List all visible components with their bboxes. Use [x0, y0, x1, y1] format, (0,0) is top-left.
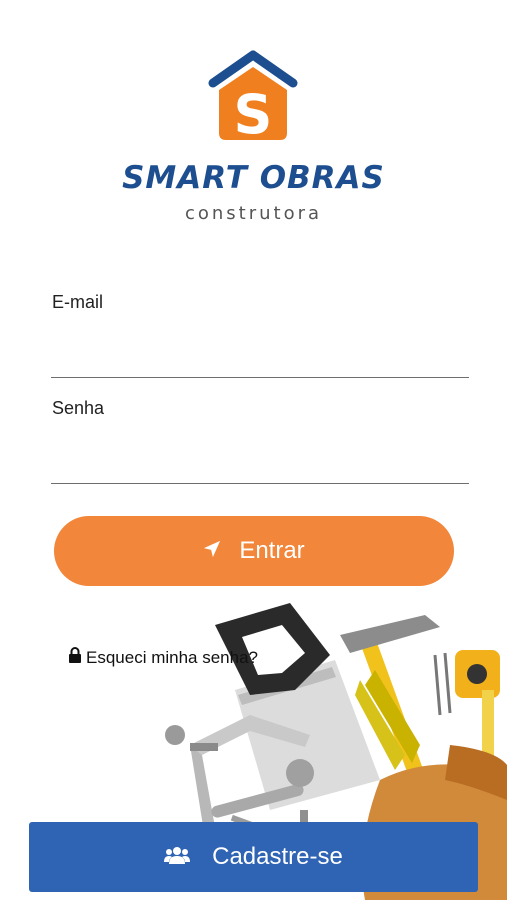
login-button-label: Entrar [239, 537, 305, 564]
register-button[interactable]: Cadastre-se [29, 822, 478, 892]
logo-letter: S [234, 83, 273, 146]
lock-icon [68, 647, 82, 668]
forgot-password-label: Esqueci minha senha? [86, 647, 259, 667]
password-label: Senha [52, 398, 105, 418]
brand-name: SMART OBRAS [122, 160, 385, 196]
forgot-password-link[interactable]: Esqueci minha senha? [68, 647, 258, 668]
email-label: E-mail [52, 292, 104, 312]
login-button[interactable]: Entrar [54, 516, 454, 586]
register-button-label: Cadastre-se [212, 843, 343, 870]
send-icon [203, 537, 221, 565]
email-field[interactable] [51, 341, 469, 378]
users-icon [164, 843, 191, 871]
password-field[interactable] [51, 447, 469, 484]
brand-subtitle: construtora [184, 203, 323, 224]
